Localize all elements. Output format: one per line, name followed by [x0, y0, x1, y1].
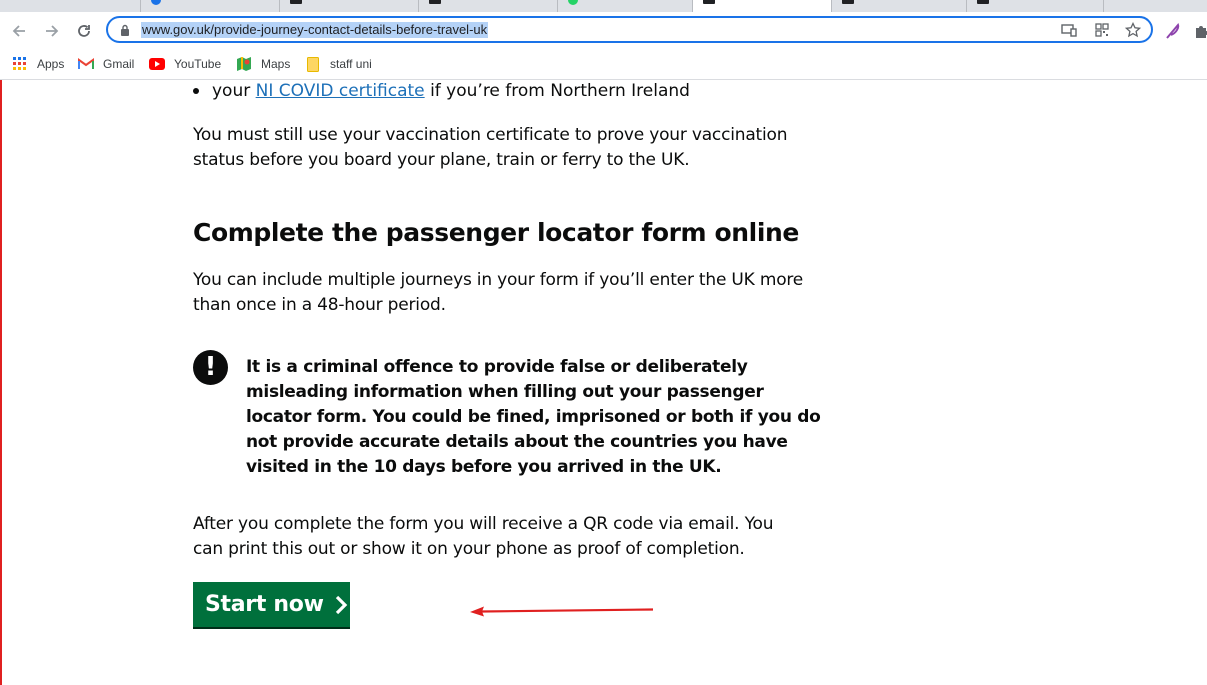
- list-item-text: your NI COVID certificate if you’re from…: [212, 80, 690, 102]
- bookmark-maps[interactable]: Maps: [236, 54, 290, 74]
- list-item-suffix: if you’re from Northern Ireland: [430, 81, 690, 101]
- bookmark-gmail[interactable]: Gmail: [78, 54, 134, 74]
- bookmark-label: staff uni: [330, 57, 372, 71]
- extensions-puzzle-icon[interactable]: [1190, 20, 1207, 42]
- forward-button[interactable]: [39, 18, 65, 44]
- bookmark-youtube[interactable]: YouTube: [149, 54, 221, 74]
- reload-button[interactable]: [71, 18, 97, 44]
- tab-favicon-icon: [429, 0, 441, 4]
- tab-strip: [0, 0, 1207, 12]
- tab-favicon-icon: [977, 0, 989, 4]
- back-button[interactable]: [6, 18, 32, 44]
- bookmarks-bar: Apps Gmail YouTube Maps staff uni: [0, 49, 1207, 80]
- annotation-arrow-icon: [470, 606, 654, 617]
- folder-icon: [305, 56, 321, 72]
- tab-favicon-icon: [703, 0, 715, 4]
- start-now-button[interactable]: Start now: [193, 582, 350, 627]
- tab-favicon-icon: [151, 0, 161, 5]
- browser-tab-active[interactable]: [693, 0, 832, 12]
- tab-favicon-icon: [290, 0, 302, 4]
- start-button-label: Start now: [205, 592, 324, 617]
- maps-icon: [236, 56, 252, 72]
- browser-tab[interactable]: [280, 0, 419, 12]
- back-arrow-icon: [12, 25, 25, 37]
- browser-tab[interactable]: [558, 0, 693, 12]
- ni-covid-certificate-link[interactable]: NI COVID certificate: [256, 81, 425, 101]
- list-item-prefix: your: [212, 81, 251, 101]
- gmail-icon: [78, 56, 94, 72]
- bookmark-apps[interactable]: Apps: [12, 54, 64, 74]
- address-bar[interactable]: www.gov.uk/provide-journey-contact-detai…: [106, 16, 1153, 43]
- browser-tab[interactable]: [141, 0, 280, 12]
- lock-icon: [120, 23, 130, 41]
- browser-tab[interactable]: [0, 0, 141, 12]
- browser-tab[interactable]: [967, 0, 1104, 12]
- bookmark-label: Apps: [37, 57, 65, 71]
- chevron-right-icon: [334, 595, 348, 615]
- tab-favicon-icon: [568, 0, 578, 5]
- bookmark-label: YouTube: [174, 57, 222, 71]
- youtube-icon: [149, 56, 165, 72]
- cast-device-icon[interactable]: [1060, 22, 1078, 38]
- browser-tab[interactable]: [832, 0, 967, 12]
- bookmark-label: Gmail: [103, 57, 135, 71]
- extension-feather-icon[interactable]: [1162, 20, 1184, 42]
- reload-icon: [78, 25, 90, 37]
- qr-code-paragraph: After you complete the form you will rec…: [193, 514, 774, 559]
- tab-favicon-icon: [842, 0, 854, 4]
- warning-icon: !: [193, 350, 228, 385]
- warning-text: It is a criminal offence to provide fals…: [246, 357, 821, 477]
- vaccination-paragraph: You must still use your vaccination cert…: [193, 125, 788, 170]
- apps-grid-icon: [12, 56, 28, 72]
- browser-tab[interactable]: [419, 0, 558, 12]
- bullet-point: [193, 88, 199, 94]
- bookmark-star-icon[interactable]: [1124, 22, 1142, 38]
- section-heading: Complete the passenger locator form onli…: [193, 218, 799, 247]
- browser-toolbar: www.gov.uk/provide-journey-contact-detai…: [0, 12, 1207, 49]
- bookmark-staff-uni[interactable]: staff uni: [305, 54, 372, 74]
- qr-code-icon[interactable]: [1093, 22, 1111, 38]
- page-edge-marker: [0, 80, 2, 685]
- multiple-journeys-paragraph: You can include multiple journeys in you…: [193, 270, 804, 315]
- forward-arrow-icon: [46, 25, 59, 37]
- bookmark-label: Maps: [261, 57, 291, 71]
- url-text[interactable]: www.gov.uk/provide-journey-contact-detai…: [141, 22, 489, 38]
